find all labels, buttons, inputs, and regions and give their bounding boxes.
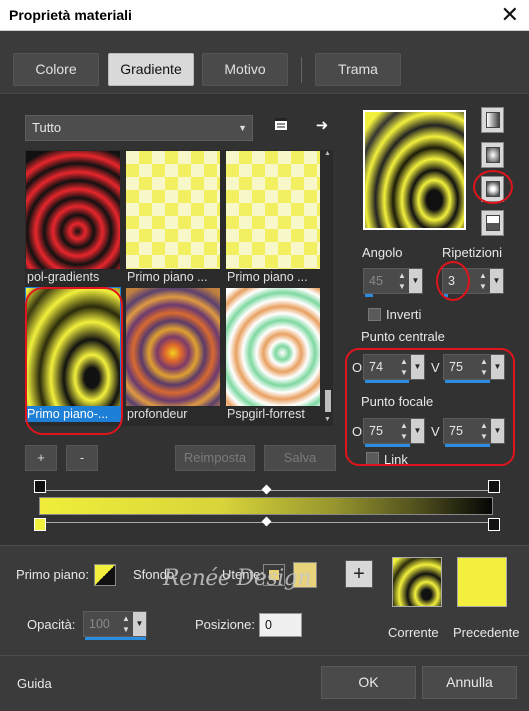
linear-gradient-icon <box>486 112 500 128</box>
window-title: Proprietà materiali <box>9 7 132 23</box>
position-field[interactable]: 0 <box>259 613 302 637</box>
focal-point-icon[interactable]: ✳ <box>429 192 444 213</box>
radial-style-button[interactable] <box>481 210 504 236</box>
spin-down-icon[interactable]: ▼ <box>396 281 408 293</box>
highlight-selected-gradient <box>25 287 123 435</box>
gallery-item-label: Primo piano ... <box>227 270 308 284</box>
chevron-down-icon[interactable]: ▼ <box>409 269 422 293</box>
radial-gradient-icon <box>486 215 500 231</box>
invert-checkbox[interactable] <box>368 308 381 321</box>
scrollbar-thumb[interactable] <box>325 390 331 412</box>
scroll-down-icon[interactable]: ▼ <box>324 416 331 423</box>
angle-value: 45 <box>369 274 383 288</box>
footer-divider <box>0 655 529 656</box>
opacity-slider-fill <box>85 637 146 640</box>
gallery-item-label: Pspgirl-forrest <box>227 407 305 421</box>
category-dropdown-value: Tutto <box>32 120 62 135</box>
position-value: 0 <box>265 618 272 632</box>
remove-gradient-button[interactable]: - <box>66 445 98 471</box>
spin-down-icon[interactable]: ▼ <box>477 281 489 293</box>
foreground-label: Primo piano: <box>16 567 89 582</box>
gallery-item[interactable]: pol-gradients <box>25 150 121 285</box>
opacity-stop-start[interactable] <box>34 480 46 493</box>
foreground-swatch[interactable] <box>94 564 116 586</box>
center-point-label: Punto centrale <box>361 329 445 344</box>
opacity-label: Opacità: <box>27 617 76 632</box>
color-stop-end[interactable] <box>488 518 500 531</box>
previous-swatch[interactable] <box>457 557 507 607</box>
gallery-item[interactable]: profondeur <box>125 287 221 422</box>
current-label: Corrente <box>388 625 439 640</box>
color-stop-start[interactable] <box>34 518 46 531</box>
close-icon[interactable]: ✕ <box>501 2 519 28</box>
position-label: Posizione: <box>195 617 255 632</box>
rectangular-gradient-icon <box>486 147 500 163</box>
gallery-item[interactable]: Primo piano ... <box>125 150 221 285</box>
help-link[interactable]: Guida <box>17 676 52 691</box>
spin-down-icon[interactable]: ▼ <box>120 624 132 636</box>
scroll-up-icon[interactable]: ▲ <box>324 150 331 157</box>
gradient-thumbnail <box>126 151 220 269</box>
chevron-down-icon[interactable]: ▼ <box>490 269 503 293</box>
gallery-scrollbar[interactable]: ▲ ▼ <box>323 150 333 426</box>
previous-label: Precedente <box>453 625 520 640</box>
gallery-item-label: profondeur <box>127 407 188 421</box>
highlight-center-focal <box>345 348 515 466</box>
arrow-right-icon[interactable]: ➜ <box>311 115 333 137</box>
category-dropdown[interactable]: Tutto ▼ <box>25 115 253 141</box>
repeats-label: Ripetizioni <box>442 245 502 260</box>
gradient-thumbnail <box>226 151 320 269</box>
angle-spinner[interactable]: 45 ▲ ▼ ▼ <box>363 268 423 297</box>
gallery-item-label: Primo piano ... <box>127 270 208 284</box>
opacity-stop-end[interactable] <box>488 480 500 493</box>
tab-motivo[interactable]: Motivo <box>202 53 288 86</box>
rectangular-style-button[interactable] <box>481 142 504 168</box>
tab-divider <box>301 57 302 83</box>
gallery-item-label: pol-gradients <box>27 270 100 284</box>
chevron-down-icon: ▼ <box>238 123 247 133</box>
gradient-editor-bar[interactable] <box>39 497 493 515</box>
linear-style-button[interactable] <box>481 107 504 133</box>
cancel-button[interactable]: Annulla <box>422 666 517 699</box>
highlight-repeats <box>436 261 470 301</box>
invert-label: Inverti <box>386 307 422 322</box>
add-gradient-button[interactable]: + <box>25 445 57 471</box>
gradient-preview[interactable]: ✳ <box>363 110 466 230</box>
reset-button[interactable]: Reimposta <box>175 445 255 471</box>
gradient-thumbnail <box>226 288 320 406</box>
gradient-thumbnail <box>126 288 220 406</box>
watermark-logo: Renée Design <box>163 566 312 591</box>
gradient-thumbnail <box>26 151 120 269</box>
tab-trama[interactable]: Trama <box>315 53 401 86</box>
opacity-spinner[interactable]: 100 ▲ ▼ ▼ <box>83 611 147 640</box>
angle-label: Angolo <box>362 245 403 260</box>
add-to-swatches-button[interactable]: + <box>345 560 373 588</box>
title-bar: Proprietà materiali ✕ <box>0 0 529 31</box>
angle-slider-fill <box>365 294 373 297</box>
resource-manager-icon[interactable] <box>270 116 292 138</box>
tab-gradiente[interactable]: Gradiente <box>108 53 194 86</box>
chevron-down-icon[interactable]: ▼ <box>133 612 146 636</box>
opacity-value: 100 <box>89 617 110 631</box>
gallery-item[interactable]: Pspgirl-forrest <box>225 287 321 422</box>
save-gradient-button[interactable]: Salva <box>264 445 336 471</box>
tab-colore[interactable]: Colore <box>13 53 99 86</box>
gallery-item[interactable]: Primo piano ... <box>225 150 321 285</box>
current-swatch[interactable] <box>392 557 442 607</box>
ok-button[interactable]: OK <box>321 666 416 699</box>
highlight-sunburst-style <box>473 170 513 204</box>
